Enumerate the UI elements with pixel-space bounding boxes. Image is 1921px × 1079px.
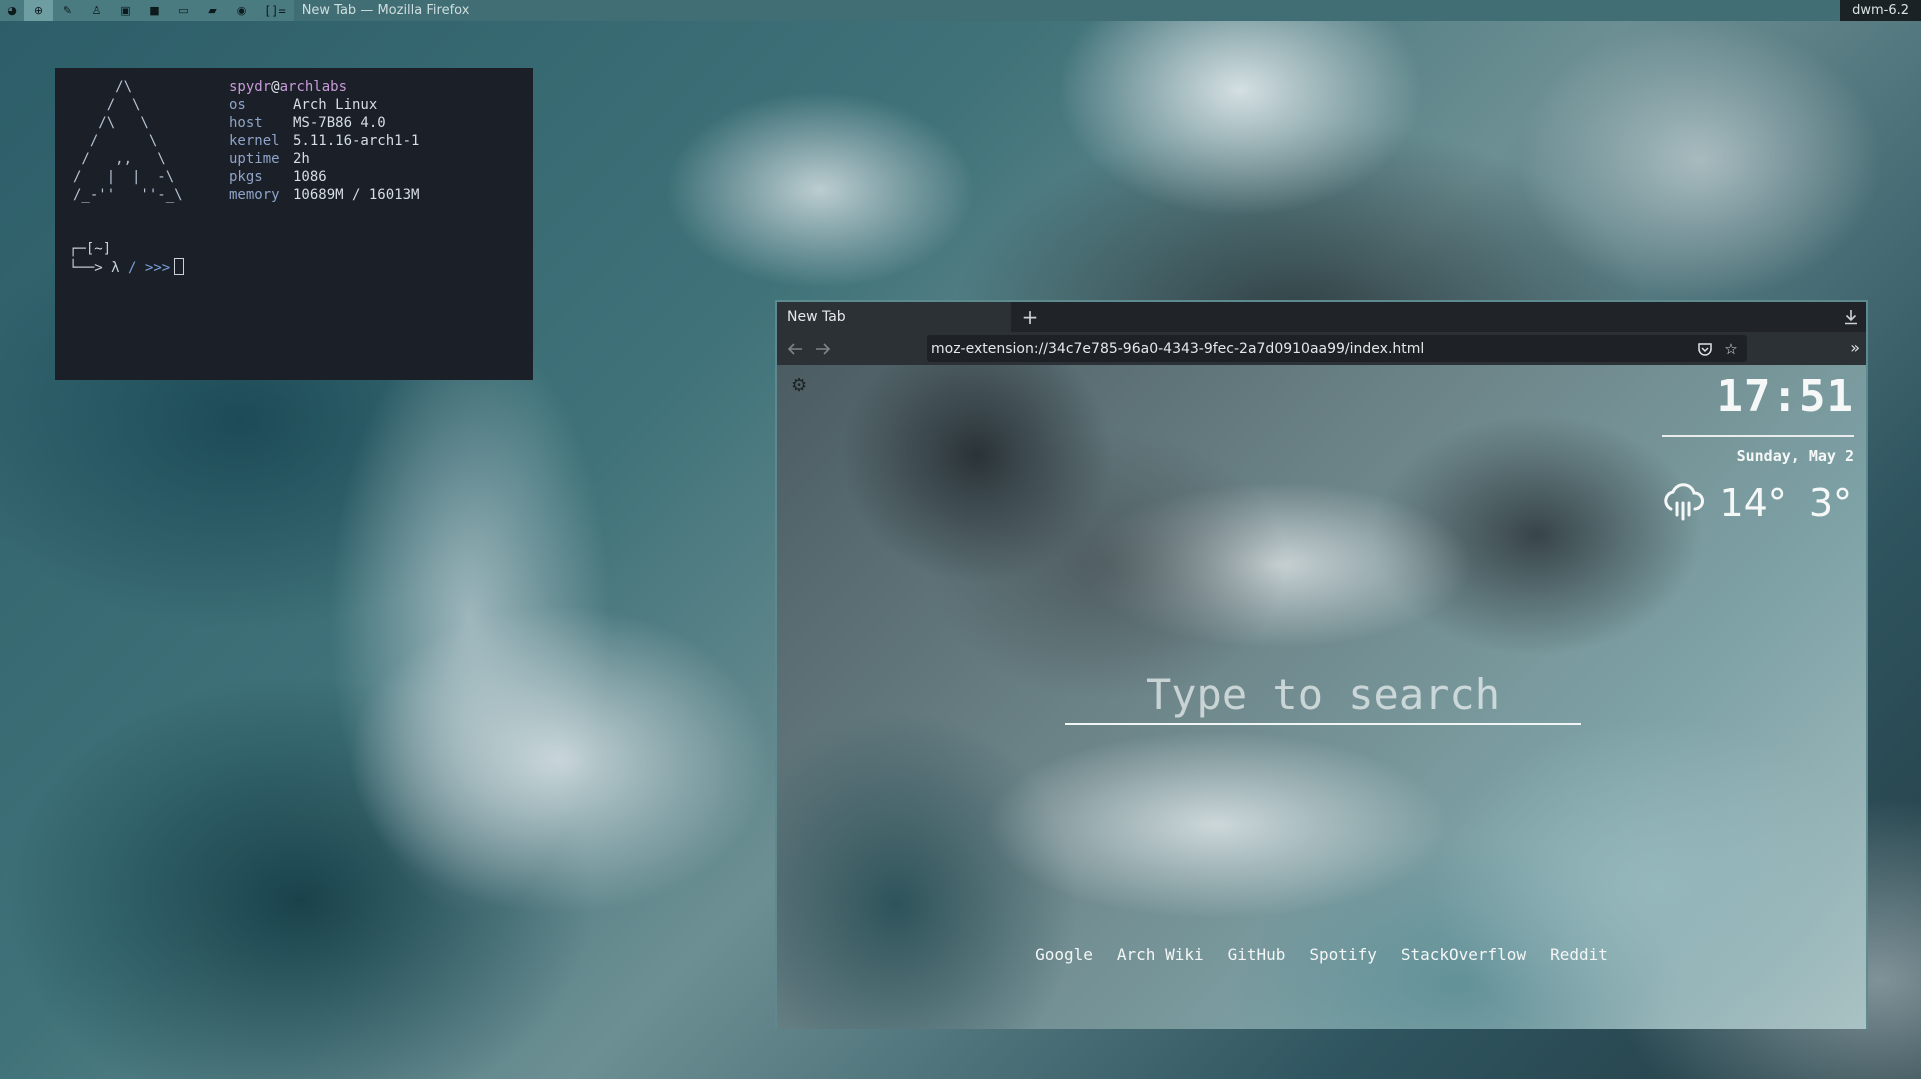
search-input[interactable] <box>1065 666 1581 722</box>
nav-bar: moz-extension://34c7e785-96a0-4343-9fec-… <box>777 332 1866 365</box>
weather-widget: 14° 3° <box>1661 481 1852 525</box>
info-key: os <box>229 97 246 113</box>
rain-cloud-icon <box>1664 483 1705 521</box>
prompt-dir: ┌─[~] <box>69 241 112 257</box>
tab-title: New Tab <box>787 309 846 325</box>
link-github[interactable]: GitHub <box>1228 945 1286 964</box>
date-label: Sunday, May 2 <box>1736 447 1854 465</box>
info-value: 2h <box>293 151 310 167</box>
tag-image-icon[interactable]: ▣ <box>111 0 140 21</box>
link-google[interactable]: Google <box>1035 945 1093 964</box>
pocket-icon[interactable] <box>1695 339 1715 359</box>
info-row-memory: memory 10689M / 16013M <box>229 186 419 204</box>
tab-bar: New Tab + <box>777 302 1866 332</box>
back-arrow-icon[interactable] <box>781 335 809 363</box>
info-row-pkgs: pkgs 1086 <box>229 168 419 186</box>
info-key: kernel <box>229 133 280 149</box>
link-reddit[interactable]: Reddit <box>1550 945 1608 964</box>
info-value: 5.11.16-arch1-1 <box>293 133 420 149</box>
clock-divider <box>1662 435 1854 437</box>
info-row-uptime: uptime 2h <box>229 150 419 168</box>
info-value: 1086 <box>293 169 327 185</box>
tag-disc-icon[interactable]: ◉ <box>227 0 256 21</box>
status-text: dwm-6.2 <box>1840 0 1921 21</box>
link-spotify[interactable]: Spotify <box>1309 945 1376 964</box>
tab-new-tab[interactable]: New Tab <box>777 302 1011 332</box>
shell-prompt[interactable]: ┌─[~] └──> λ / >>> <box>69 240 185 277</box>
clock: 17:51 <box>1716 371 1854 422</box>
tag-laptop-icon[interactable]: ▭ <box>169 0 198 21</box>
settings-gear-icon[interactable]: ⚙ <box>791 375 807 396</box>
tag-brush-icon[interactable]: ✎ <box>53 0 82 21</box>
new-tab-button[interactable]: + <box>1015 302 1045 332</box>
link-stackoverflow[interactable]: StackOverflow <box>1401 945 1526 964</box>
prompt-arrow: └──> λ <box>69 260 120 276</box>
info-row-kernel: kernel 5.11.16-arch1-1 <box>229 132 419 150</box>
terminal-cursor <box>174 258 185 275</box>
url-text: moz-extension://34c7e785-96a0-4343-9fec-… <box>931 340 1425 357</box>
prompt-chevrons: >>> <box>144 260 171 276</box>
username: spydr <box>229 79 272 95</box>
terminal-window[interactable]: /\ / \ /\ \ / \ / ,, \ / | | -\ /_-'' ''… <box>55 68 533 380</box>
prompt-path: / <box>128 260 137 276</box>
tag-folder-icon[interactable]: ▰ <box>198 0 227 21</box>
info-row-os: os Arch Linux <box>229 96 419 114</box>
new-tab-page: ⚙ 17:51 Sunday, May 2 14° 3° Google Arch… <box>777 365 1866 1029</box>
info-value: MS-7B86 4.0 <box>293 115 386 131</box>
temperature-high: 14° <box>1719 481 1787 525</box>
user-host-line: spydr @ archlabs <box>229 78 419 96</box>
url-bar[interactable]: moz-extension://34c7e785-96a0-4343-9fec-… <box>927 335 1747 362</box>
system-info: spydr @ archlabs os Arch Linux host MS-7B8… <box>229 78 419 204</box>
top-bar: ◕ ⊕ ✎ ♙ ▣ ■ ▭ ▰ ◉ []= New Tab — Mozilla … <box>0 0 1921 21</box>
bookmark-star-icon[interactable]: ☆ <box>1721 339 1741 359</box>
layout-symbol[interactable]: []= <box>256 4 294 18</box>
overflow-menu-icon[interactable]: » <box>1850 338 1860 357</box>
info-row-host: host MS-7B86 4.0 <box>229 114 419 132</box>
search-box <box>1065 665 1581 725</box>
forward-arrow-icon[interactable] <box>809 335 837 363</box>
url-actions: ☆ <box>1695 339 1741 359</box>
temperature-low: 3° <box>1808 481 1852 525</box>
info-value: Arch Linux <box>293 97 378 113</box>
quick-links: Google Arch Wiki GitHub Spotify StackOve… <box>777 945 1866 964</box>
link-arch-wiki[interactable]: Arch Wiki <box>1117 945 1204 964</box>
arch-ascii-logo: /\ / \ /\ \ / \ / ,, \ / | | -\ /_-'' ''… <box>73 79 183 203</box>
tag-video-icon[interactable]: ■ <box>140 0 169 21</box>
info-key: memory <box>229 187 280 203</box>
at-sign: @ <box>271 79 280 95</box>
firefox-window: New Tab + moz-extension://34c7e785-96a0-… <box>775 300 1868 1029</box>
info-key: uptime <box>229 151 280 167</box>
info-key: pkgs <box>229 169 263 185</box>
tag-archlabs-icon[interactable]: ◕ <box>0 0 24 21</box>
hostname: archlabs <box>279 79 348 95</box>
tag-globe-icon[interactable]: ⊕ <box>24 0 53 21</box>
info-key: host <box>229 115 263 131</box>
download-icon[interactable] <box>1842 307 1860 327</box>
info-value: 10689M / 16013M <box>293 187 420 203</box>
tag-person-icon[interactable]: ♙ <box>82 0 111 21</box>
window-title: New Tab — Mozilla Firefox <box>293 0 1841 21</box>
